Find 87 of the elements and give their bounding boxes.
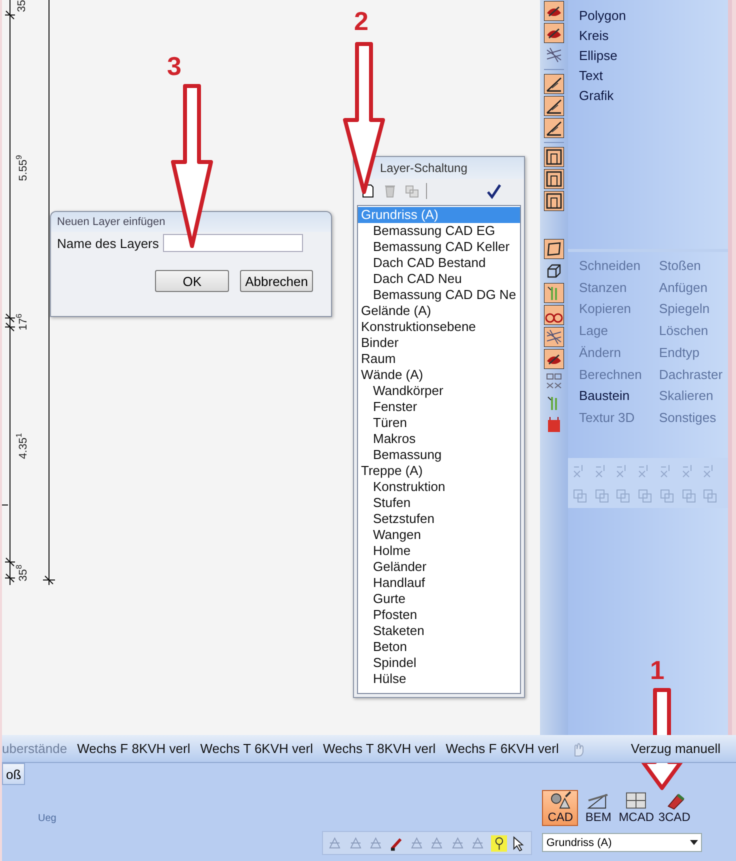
snap-icon[interactable] <box>348 834 364 852</box>
layer-item[interactable]: Gurte <box>358 591 520 607</box>
layer-item[interactable]: Hülse <box>358 671 520 687</box>
grid-icon <box>624 791 648 810</box>
overlap-squares-icon[interactable] <box>637 488 654 504</box>
angle-icon[interactable] <box>544 96 564 116</box>
layer-item[interactable]: Treppe (A) <box>358 463 520 479</box>
layer-item[interactable]: Dach CAD Bestand <box>358 255 520 271</box>
toolbar-tab[interactable]: Wechs T 6KVH verl <box>200 741 313 756</box>
checkmark-icon[interactable] <box>486 183 502 199</box>
layer-item[interactable]: Konstruktionsebene <box>358 319 520 335</box>
overlap-squares-icon[interactable] <box>572 488 588 504</box>
layer-item[interactable]: Wangen <box>358 527 520 543</box>
overlap-squares-icon[interactable] <box>658 488 675 504</box>
trash-icon[interactable] <box>382 183 398 199</box>
snap-icon[interactable] <box>450 834 466 852</box>
mode-button[interactable]: BEM <box>580 790 616 826</box>
layer-item[interactable]: Pfosten <box>358 607 520 623</box>
layer-item[interactable]: Raum <box>358 351 520 367</box>
angle-icon[interactable] <box>544 118 564 138</box>
layer-item[interactable]: Bemassung CAD DG Ne <box>358 287 520 303</box>
shapes-icon <box>548 791 572 810</box>
layer-item[interactable]: Binder <box>358 335 520 351</box>
mode-button[interactable]: CAD <box>542 790 578 826</box>
toolbar-tab[interactable]: oß <box>2 763 26 785</box>
cancel-button[interactable]: Abbrechen <box>240 270 313 292</box>
toolbar-tab[interactable]: Wechs F 6KVH verl <box>446 741 559 756</box>
overlap-squares-icon[interactable] <box>594 488 610 504</box>
annotation-number: 3 <box>167 51 182 82</box>
menu-item[interactable]: Polygon <box>579 6 728 26</box>
square-icon[interactable] <box>544 239 564 259</box>
layer-item[interactable]: Makros <box>358 431 520 447</box>
eye-icon[interactable] <box>544 349 564 369</box>
layer-item[interactable]: Fenster <box>358 399 520 415</box>
copy-icon[interactable] <box>404 183 420 199</box>
overlap-squares-icon[interactable] <box>680 488 697 504</box>
layer-item[interactable]: Setzstufen <box>358 511 520 527</box>
frame-icon[interactable] <box>544 147 564 167</box>
field-label: Name des Layers <box>57 236 159 250</box>
menu-item[interactable]: Grafik <box>579 86 728 106</box>
layer-item[interactable]: Stufen <box>358 495 520 511</box>
menu-item[interactable]: Kreis <box>579 26 728 46</box>
mode-button[interactable]: 3CAD <box>656 790 692 826</box>
overlap-squares-icon[interactable] <box>702 488 718 504</box>
dimension-label: 35 <box>16 0 28 12</box>
annotation-number: 2 <box>354 6 368 37</box>
angle-icon[interactable] <box>544 74 564 94</box>
layer-item[interactable]: Türen <box>358 415 520 431</box>
command-item[interactable]: Baustein <box>579 386 659 407</box>
layer-item[interactable]: Bemassung CAD EG <box>358 223 520 239</box>
toolbar-tab[interactable]: Wechs T 8KVH verl <box>322 741 436 756</box>
layer-item[interactable]: Dach CAD Neu <box>358 271 520 287</box>
panel-title: Layer-Schaltung <box>354 157 524 179</box>
layer-item[interactable]: Staketen <box>358 623 520 639</box>
layer-dropdown[interactable]: Grundriss (A) <box>542 833 702 852</box>
layer-item[interactable]: Bemassung CAD Keller <box>358 239 520 255</box>
layer-item[interactable]: Wandkörper <box>358 383 520 399</box>
caret-icon <box>690 840 698 845</box>
status-text: Ueg <box>38 813 56 826</box>
frame-icon[interactable] <box>544 191 564 211</box>
input-field[interactable] <box>162 234 303 252</box>
eye-icon[interactable] <box>544 23 564 43</box>
layer-item[interactable]: Beton <box>358 639 520 655</box>
layer-item[interactable]: Gelände (A) <box>358 303 520 319</box>
grid-icon[interactable] <box>544 371 564 391</box>
layer-item[interactable]: Geländer <box>358 559 520 575</box>
toolbar-tab[interactable]: Wechs F 8KVH verl <box>77 741 190 756</box>
toolbar-tab[interactable]: Verzug manuell <box>630 741 720 756</box>
hatch-icon[interactable] <box>544 45 564 65</box>
layer-item[interactable]: Spindel <box>358 655 520 671</box>
ok-button[interactable]: OK <box>155 270 230 292</box>
eye-icon[interactable] <box>544 1 564 21</box>
set-square-icon <box>586 791 610 810</box>
annotation-number: 1 <box>650 655 664 686</box>
layer-item[interactable]: Holme <box>358 543 520 559</box>
menu-item[interactable]: Ellipse <box>579 46 728 66</box>
frame-icon[interactable] <box>544 169 564 189</box>
dialog-title: Neuen Layer einfügen <box>51 212 331 232</box>
menu-item[interactable]: Text <box>579 66 728 86</box>
layer-item[interactable]: Konstruktion <box>358 479 520 495</box>
bulb-icon[interactable] <box>490 834 508 852</box>
layer-item[interactable]: Wände (A) <box>358 367 520 383</box>
overlap-squares-icon[interactable] <box>615 488 632 504</box>
layer-item[interactable]: Bemassung <box>358 447 520 463</box>
layer-item[interactable]: Handlauf <box>358 575 520 591</box>
hatch-icon[interactable] <box>544 327 564 347</box>
mode-button[interactable]: MCAD <box>618 790 654 826</box>
